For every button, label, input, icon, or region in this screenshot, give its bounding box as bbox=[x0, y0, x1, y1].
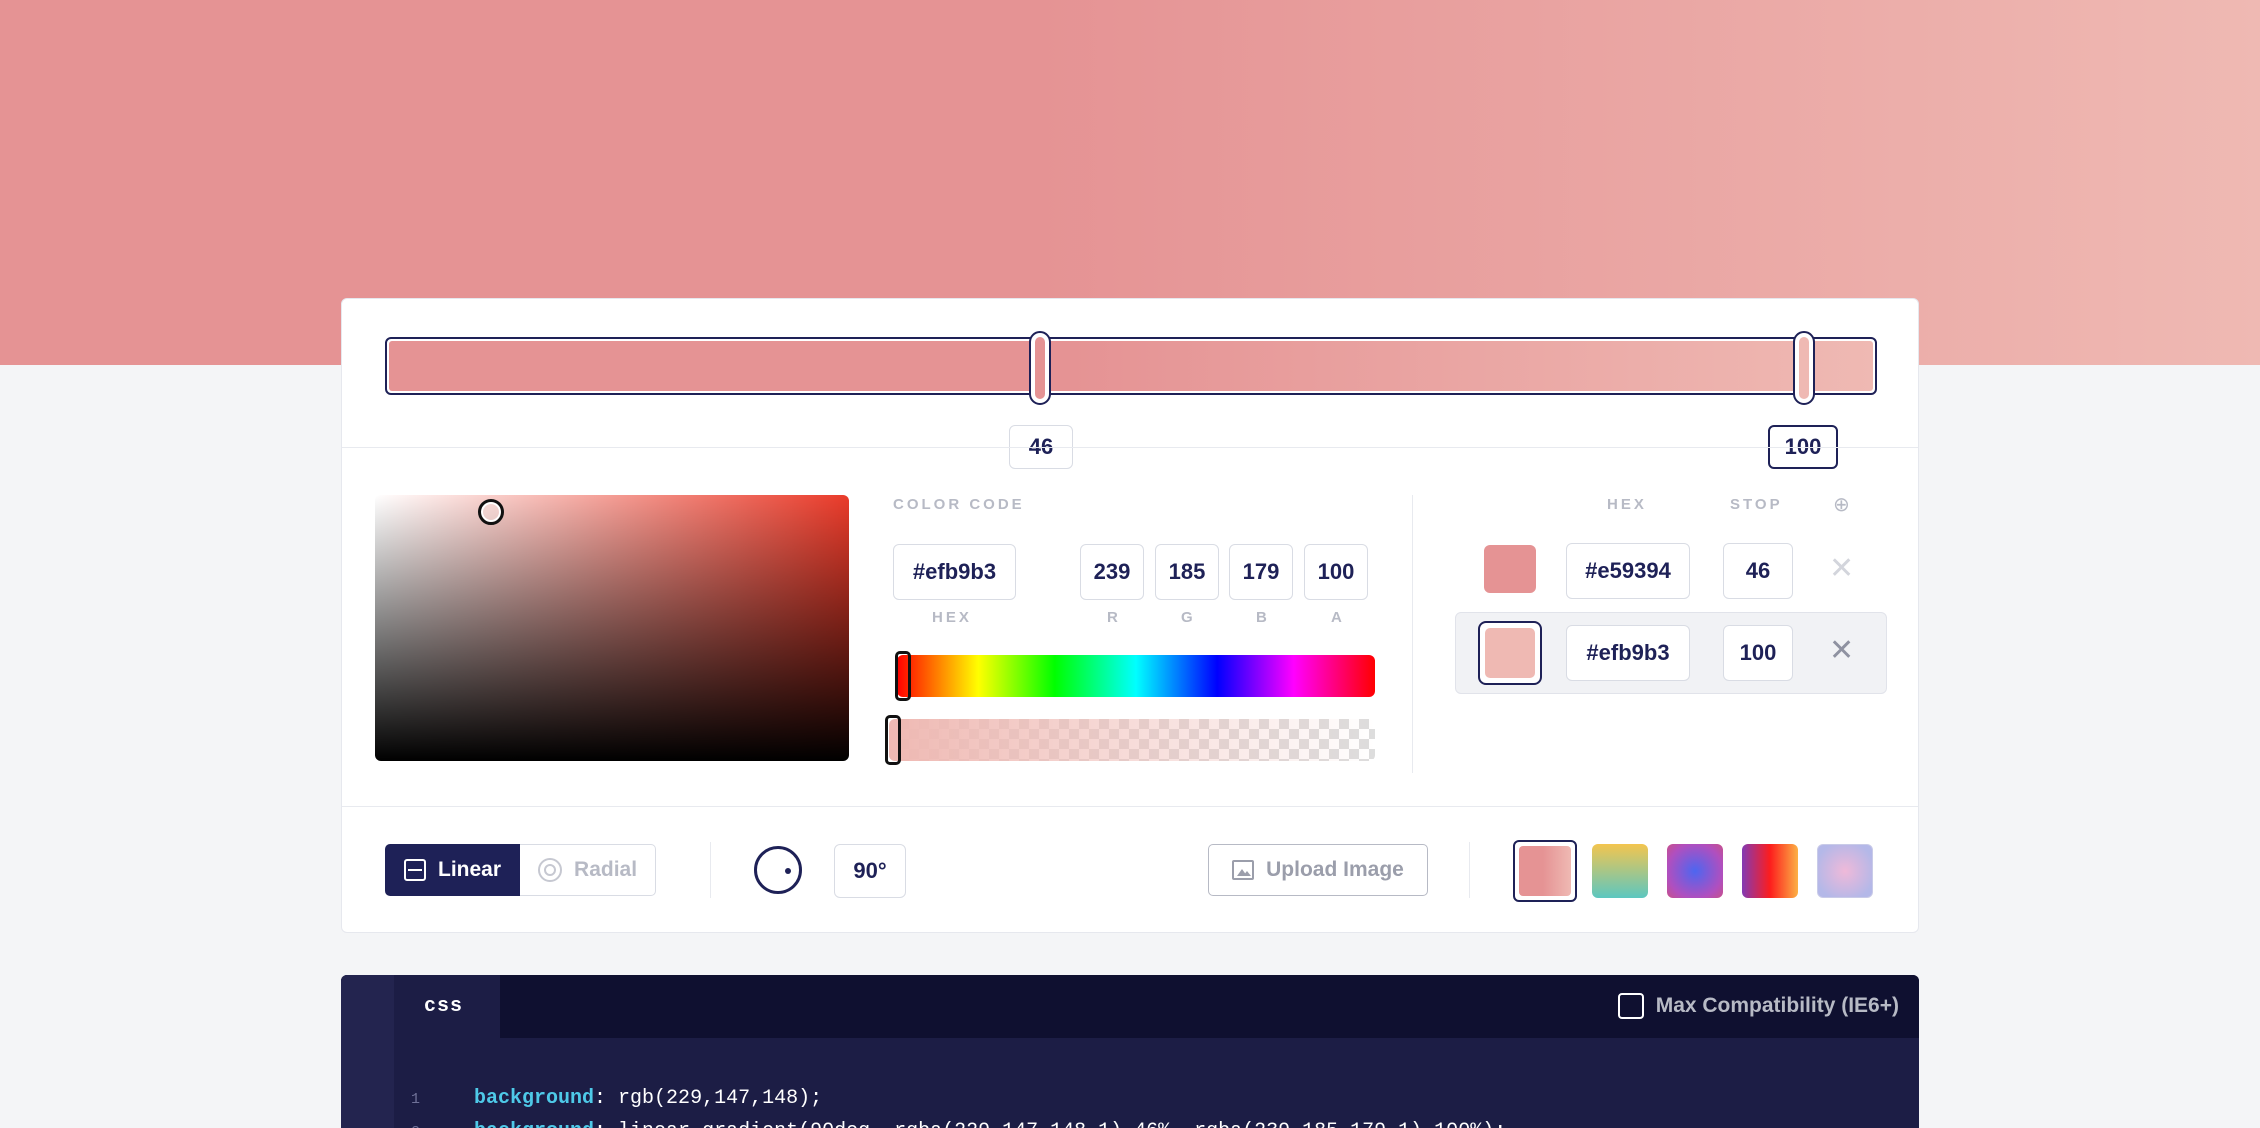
preset-gradient-3[interactable] bbox=[1667, 844, 1723, 898]
divider-vertical bbox=[710, 842, 711, 898]
divider bbox=[342, 447, 1918, 448]
max-compatibility-toggle[interactable]: Max Compatibility (IE6+) bbox=[1617, 993, 1899, 1019]
alpha-slider[interactable] bbox=[889, 719, 1375, 761]
gradient-bar[interactable] bbox=[385, 331, 1877, 405]
stop-swatch-1[interactable] bbox=[1484, 545, 1536, 593]
stop-swatch-2[interactable] bbox=[1478, 621, 1542, 685]
g-label: G bbox=[1181, 609, 1196, 626]
stop-position-input-1[interactable]: 46 bbox=[1723, 543, 1793, 599]
stop-hex-input-1[interactable]: #e59394 bbox=[1566, 543, 1690, 599]
linear-label: Linear bbox=[438, 858, 502, 881]
blue-input[interactable]: 179 bbox=[1229, 544, 1293, 600]
a-label: A bbox=[1331, 609, 1345, 626]
divider-vertical bbox=[1469, 842, 1470, 898]
hex-column-header: HEX bbox=[1607, 496, 1647, 513]
code-panel: css Max Compatibility (IE6+) 1 background… bbox=[341, 975, 1919, 1128]
radial-label: Radial bbox=[574, 858, 638, 881]
alpha-slider-thumb[interactable] bbox=[885, 715, 901, 765]
saturation-value-picker[interactable] bbox=[375, 495, 849, 761]
radial-button[interactable]: Radial bbox=[520, 844, 657, 896]
gradient-editor-card: 46 100 COLOR CODE #efb9b3 239 185 179 10… bbox=[341, 298, 1919, 933]
add-stop-icon[interactable]: ⊕ bbox=[1833, 492, 1850, 517]
tab-css[interactable]: css bbox=[394, 975, 500, 1038]
code-line: 2 background: linear-gradient(90deg, rgba… bbox=[341, 1097, 1506, 1128]
b-label: B bbox=[1256, 609, 1270, 626]
linear-button[interactable]: Linear bbox=[385, 844, 521, 896]
max-compatibility-checkbox[interactable] bbox=[1617, 993, 1644, 1019]
upload-image-button[interactable]: Upload Image bbox=[1208, 844, 1428, 896]
css-property: background bbox=[474, 1120, 594, 1128]
stop-column-header: STOP bbox=[1730, 496, 1783, 513]
hex-input[interactable]: #efb9b3 bbox=[893, 544, 1016, 600]
color-code-label: COLOR CODE bbox=[893, 496, 1025, 513]
green-input[interactable]: 185 bbox=[1155, 544, 1219, 600]
preset-gradient-4[interactable] bbox=[1742, 844, 1798, 898]
angle-input[interactable]: 90° bbox=[834, 844, 906, 898]
remove-stop-icon-2[interactable]: ✕ bbox=[1829, 636, 1854, 666]
stop-hex-input-2[interactable]: #efb9b3 bbox=[1566, 625, 1690, 681]
divider bbox=[342, 806, 1918, 807]
linear-icon bbox=[404, 859, 426, 881]
gradient-type-toggle: Linear Radial bbox=[385, 844, 657, 896]
preset-gradient-5[interactable] bbox=[1817, 844, 1873, 898]
stop-position-input-2[interactable]: 100 bbox=[1723, 625, 1793, 681]
picker-cursor[interactable] bbox=[478, 499, 504, 525]
angle-dial[interactable] bbox=[754, 846, 802, 894]
alpha-input[interactable]: 100 bbox=[1304, 544, 1368, 600]
stop-handle-1[interactable] bbox=[1029, 331, 1052, 405]
preset-gradient-2[interactable] bbox=[1592, 844, 1648, 898]
radial-icon bbox=[538, 858, 563, 882]
angle-dial-indicator bbox=[785, 868, 791, 874]
upload-image-label: Upload Image bbox=[1266, 858, 1404, 881]
r-label: R bbox=[1107, 609, 1121, 626]
image-icon bbox=[1232, 860, 1255, 880]
line-number: 2 bbox=[389, 1124, 442, 1128]
remove-stop-icon-1[interactable]: ✕ bbox=[1829, 554, 1854, 584]
hue-slider-thumb[interactable] bbox=[895, 651, 911, 701]
max-compatibility-label: Max Compatibility (IE6+) bbox=[1655, 994, 1899, 1017]
divider-vertical bbox=[1412, 495, 1413, 773]
hue-slider[interactable] bbox=[897, 655, 1375, 697]
red-input[interactable]: 239 bbox=[1080, 544, 1144, 600]
css-value: : linear-gradient(90deg, rgba(229,147,14… bbox=[594, 1120, 1506, 1128]
hex-label: HEX bbox=[932, 609, 972, 626]
stop-handle-2[interactable] bbox=[1792, 331, 1815, 405]
preset-gradient-1[interactable] bbox=[1513, 840, 1577, 902]
